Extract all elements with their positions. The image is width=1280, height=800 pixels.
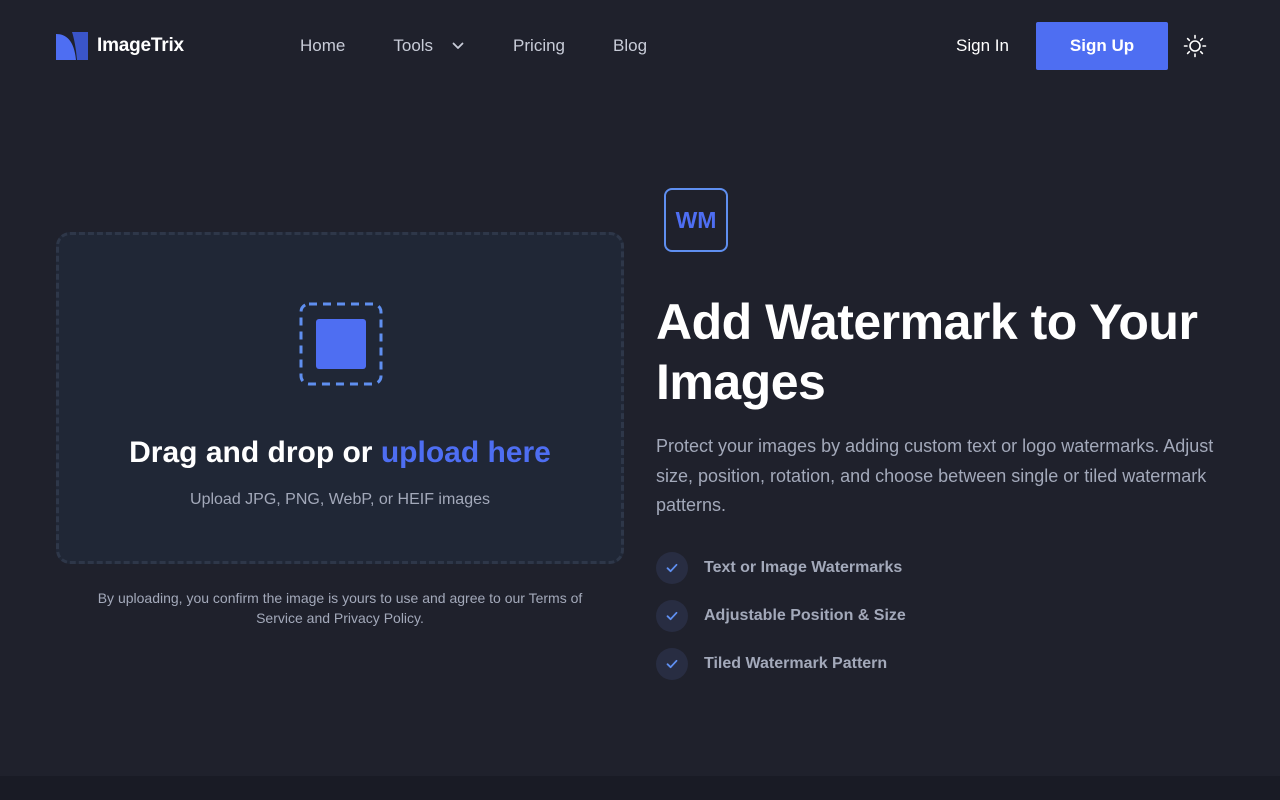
feature-item: Text or Image Watermarks (656, 552, 1156, 584)
feature-label: Text or Image Watermarks (704, 559, 903, 576)
feature-label: Tiled Watermark Pattern (704, 655, 888, 672)
nav-home-link[interactable]: Home (300, 36, 345, 56)
check-icon (656, 648, 688, 680)
image-placeholder-icon (299, 302, 383, 386)
upload-dropzone[interactable]: Drag and drop or upload here Upload JPG,… (56, 232, 624, 564)
main-nav: Home Tools Pricing Blog (300, 34, 647, 58)
page: ImageTrix Home Tools Pricing Blog Sign I… (0, 0, 1280, 800)
sun-icon (1183, 34, 1207, 58)
nav-tools-dropdown[interactable]: Tools (393, 36, 465, 56)
sign-up-button[interactable]: Sign Up (1036, 22, 1168, 70)
upload-link[interactable]: upload here (381, 436, 551, 469)
dropzone-title: Drag and drop or upload here (59, 436, 621, 470)
upload-disclaimer: By uploading, you confirm the image is y… (97, 590, 583, 626)
brand-logo[interactable]: ImageTrix (56, 32, 184, 60)
feature-list: Text or Image Watermarks Adjustable Posi… (656, 552, 1156, 696)
supported-formats-text: Upload JPG, PNG, WebP, or HEIF images (190, 491, 490, 508)
sign-in-link[interactable]: Sign In (956, 34, 1009, 58)
page-description: Protect your images by adding custom tex… (656, 436, 1214, 515)
dropzone-title-text: Drag and drop or (129, 436, 381, 469)
chevron-down-icon (452, 42, 464, 49)
check-icon (656, 552, 688, 584)
logo-mark-icon (56, 32, 88, 60)
nav-tools-label: Tools (393, 36, 434, 55)
theme-toggle-button[interactable] (1182, 33, 1208, 59)
page-title: Add Watermark to Your Images (656, 294, 1198, 410)
site-header: ImageTrix Home Tools Pricing Blog Sign I… (0, 0, 1280, 92)
brand-name: ImageTrix (97, 35, 184, 56)
feature-label: Adjustable Position & Size (704, 607, 906, 624)
nav-blog-link[interactable]: Blog (613, 36, 647, 56)
check-icon (656, 600, 688, 632)
feature-item: Tiled Watermark Pattern (656, 648, 1156, 680)
footer-strip (0, 776, 1280, 800)
watermark-icon: WM (664, 188, 728, 252)
nav-pricing-link[interactable]: Pricing (513, 36, 565, 56)
feature-item: Adjustable Position & Size (656, 600, 1156, 632)
